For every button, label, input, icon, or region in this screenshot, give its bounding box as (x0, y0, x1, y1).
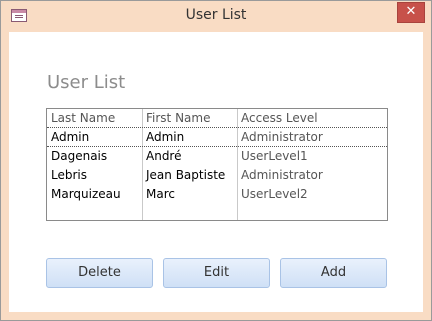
close-button[interactable]: ✕ (397, 2, 425, 23)
cell-access-level: UserLevel2 (241, 187, 308, 201)
cell-last-name: Admin (51, 130, 90, 144)
list-row[interactable]: Lebris Jean Baptiste Administrator (47, 166, 387, 184)
window-title: User List (185, 7, 247, 23)
header-access-level: Access Level (241, 111, 318, 125)
cell-access-level: Administrator (241, 168, 323, 182)
user-list[interactable]: Last Name First Name Access Level Admin … (46, 108, 388, 221)
header-first-name: First Name (146, 111, 211, 125)
add-button[interactable]: Add (280, 258, 387, 288)
list-row[interactable]: Marquizeau Marc UserLevel2 (47, 185, 387, 203)
cell-first-name: André (146, 149, 182, 163)
list-header: Last Name First Name Access Level (47, 109, 387, 128)
cell-first-name: Admin (146, 130, 185, 144)
form-title: User List (47, 72, 126, 93)
title-bar[interactable]: User List ✕ (1, 1, 431, 31)
form-body: User List Last Name First Name Access Le… (9, 32, 423, 312)
cell-access-level: Administrator (241, 130, 323, 144)
list-row[interactable]: Admin Admin Administrator (47, 128, 387, 147)
cell-last-name: Marquizeau (51, 187, 121, 201)
cell-last-name: Lebris (51, 168, 87, 182)
list-row[interactable]: Dagenais André UserLevel1 (47, 147, 387, 165)
cell-first-name: Jean Baptiste (146, 168, 226, 182)
cell-last-name: Dagenais (51, 149, 108, 163)
header-last-name: Last Name (51, 111, 116, 125)
user-list-window: User List ✕ User List Last Name First Na… (0, 0, 432, 321)
cell-access-level: UserLevel1 (241, 149, 308, 163)
cell-first-name: Marc (146, 187, 175, 201)
edit-button[interactable]: Edit (163, 258, 270, 288)
delete-button[interactable]: Delete (46, 258, 153, 288)
